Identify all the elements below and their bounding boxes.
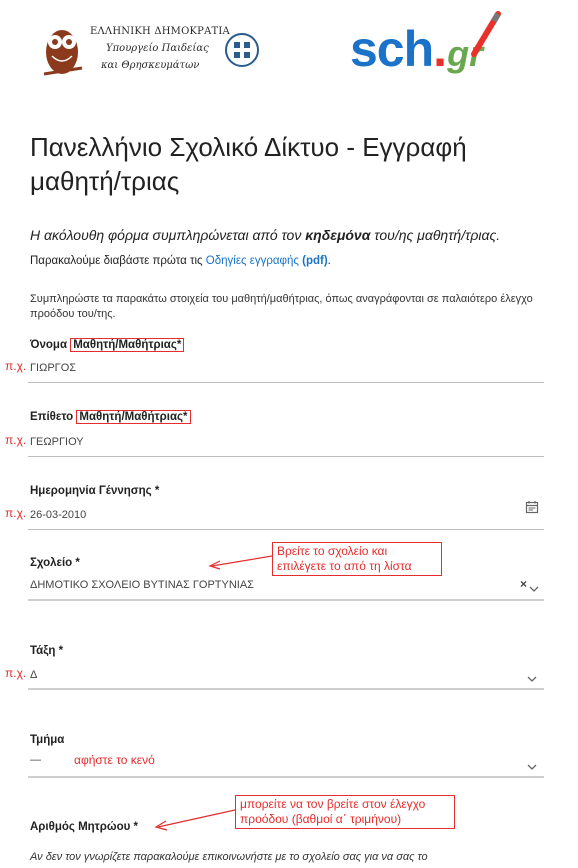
annotation-arrows [154, 555, 273, 831]
footer-help-text: Αν δεν τον γνωρίζετε παρακαλούμε επικοιν… [30, 851, 428, 863]
